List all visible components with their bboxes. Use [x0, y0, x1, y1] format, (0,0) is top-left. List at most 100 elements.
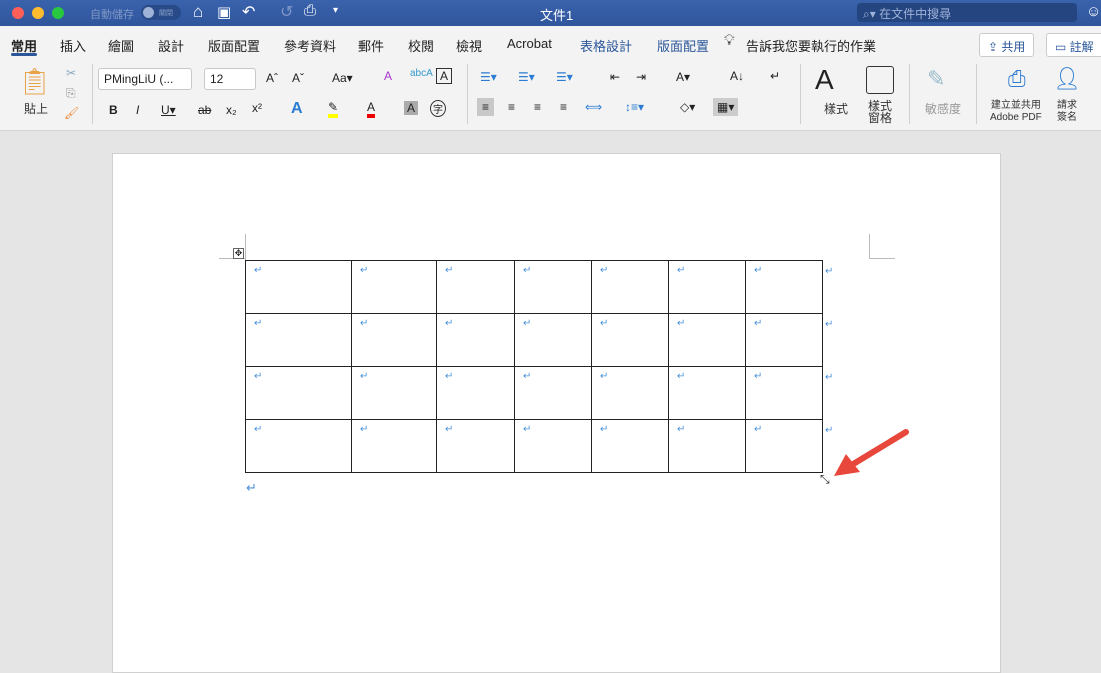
sort-icon[interactable]: A↓	[730, 69, 744, 83]
tell-me-input[interactable]: 告訴我您要執行的作業	[746, 36, 876, 55]
align-right-button[interactable]: ≡	[534, 100, 541, 114]
tab-view[interactable]: 檢視	[456, 36, 482, 55]
table-cell[interactable]: ↵	[668, 313, 746, 367]
cut-icon[interactable]: ✂	[66, 66, 76, 80]
format-painter-icon[interactable]: 🖌︎	[64, 106, 79, 120]
borders-icon[interactable]: ▦▾	[713, 98, 739, 116]
change-case-icon[interactable]: Aa▾	[332, 71, 353, 85]
table-cell[interactable]: ↵	[668, 366, 746, 420]
tab-acrobat[interactable]: Acrobat	[507, 36, 552, 51]
increase-indent-icon[interactable]: ⇥	[636, 70, 646, 84]
table-cell[interactable]: ↵	[668, 419, 746, 473]
table-cell[interactable]: ↵	[591, 366, 669, 420]
table-cell[interactable]: ↵	[245, 313, 352, 367]
feedback-smiley-icon[interactable]: ☺	[1086, 3, 1101, 20]
tab-layout[interactable]: 版面配置	[208, 36, 260, 55]
undo-icon[interactable]: ↶	[242, 2, 255, 22]
table-cell[interactable]: ↵	[668, 260, 746, 314]
request-signature-label[interactable]: 請求 簽名	[1057, 100, 1077, 124]
create-share-pdf-label[interactable]: 建立並共用 Adobe PDF	[990, 100, 1042, 124]
customize-toolbar-icon[interactable]: ▾	[333, 5, 338, 16]
paste-label[interactable]: 貼上	[24, 100, 48, 117]
table-cell[interactable]: ↵	[591, 313, 669, 367]
styles-pane-label[interactable]: 樣式 窗格	[868, 100, 892, 124]
char-shading-icon[interactable]: A	[404, 101, 419, 115]
save-icon[interactable]: ▣	[217, 3, 231, 21]
superscript-button[interactable]: x²	[252, 101, 262, 115]
highlight-icon[interactable]: ✎	[328, 100, 339, 118]
strikethrough-button[interactable]: ab	[198, 103, 211, 117]
decrease-indent-icon[interactable]: ⇤	[610, 70, 620, 84]
table-cell[interactable]: ↵	[514, 366, 592, 420]
search-input[interactable]: ⌕▾ 在文件中搜尋	[857, 3, 1077, 22]
table-cell[interactable]: ↵	[436, 419, 515, 473]
numbering-icon[interactable]: ☰▾	[518, 70, 535, 84]
shading-icon[interactable]: ◇▾	[680, 100, 695, 114]
styles-icon[interactable]: A	[815, 64, 834, 96]
copy-icon[interactable]: ⎘	[66, 86, 76, 101]
table-cell[interactable]: ↵	[514, 313, 592, 367]
tab-mailings[interactable]: 郵件	[358, 36, 384, 55]
document-table[interactable]: ↵ ↵ ↵ ↵ ↵ ↵ ↵ ↵ ↵ ↵ ↵ ↵ ↵ ↵ ↵ ↵ ↵ ↵ ↵ ↵ ↵ ↵ ↵ ↵ ↵ ↵ ↵ ↵	[245, 260, 823, 473]
text-effects-icon[interactable]: A	[291, 100, 303, 118]
table-move-handle[interactable]: ✥	[233, 248, 244, 259]
grow-font-icon[interactable]: Aˆ	[266, 71, 278, 85]
text-direction-icon[interactable]: A▾	[676, 70, 690, 84]
font-size-select[interactable]: 12	[204, 68, 256, 90]
table-cell[interactable]: ↵	[591, 419, 669, 473]
clear-format-icon[interactable]: A	[384, 69, 392, 83]
table-cell[interactable]: ↵	[591, 260, 669, 314]
table-cell[interactable]: ↵	[436, 313, 515, 367]
italic-button[interactable]: I	[136, 103, 139, 117]
paste-icon[interactable]: 📋︎	[18, 66, 51, 97]
show-marks-icon[interactable]: ↵	[770, 69, 780, 83]
request-signature-icon[interactable]: 👤︎	[1053, 66, 1081, 92]
share-button[interactable]: ⇪ 共用	[979, 33, 1035, 57]
bold-button[interactable]: B	[109, 103, 118, 117]
table-cell[interactable]: ↵	[245, 419, 352, 473]
subscript-button[interactable]: x₂	[226, 103, 237, 117]
autosave-toggle[interactable]: 關閉	[141, 5, 181, 20]
table-cell[interactable]: ↵	[436, 366, 515, 420]
print-icon[interactable]: ⎙	[304, 2, 316, 19]
tab-insert[interactable]: 插入	[60, 36, 86, 55]
styles-label[interactable]: 樣式	[824, 100, 848, 117]
align-left-button[interactable]: ≡	[477, 98, 495, 116]
table-cell[interactable]: ↵	[745, 366, 823, 420]
table-cell[interactable]: ↵	[245, 366, 352, 420]
create-pdf-icon[interactable]: ⎙	[1008, 66, 1026, 92]
phonetic-guide-icon[interactable]: abcA	[410, 68, 433, 79]
table-cell[interactable]: ↵	[745, 419, 823, 473]
table-cell[interactable]: ↵	[436, 260, 515, 314]
table-cell[interactable]: ↵	[514, 260, 592, 314]
line-spacing-icon[interactable]: ↕≡▾	[625, 100, 644, 114]
tab-design[interactable]: 設計	[158, 36, 184, 55]
shrink-font-icon[interactable]: Aˇ	[292, 71, 304, 85]
table-cell[interactable]: ↵	[245, 260, 352, 314]
justify-button[interactable]: ≡	[560, 100, 567, 114]
underline-button[interactable]: U▾	[161, 103, 176, 117]
tab-references[interactable]: 參考資料	[284, 36, 336, 55]
tab-draw[interactable]: 繪圖	[108, 36, 134, 55]
table-cell[interactable]: ↵	[351, 260, 437, 314]
minimize-window-button[interactable]	[32, 7, 44, 19]
redo-icon[interactable]: ↺	[280, 2, 293, 22]
table-cell[interactable]: ↵	[351, 366, 437, 420]
enclose-char-icon[interactable]: 字	[430, 100, 446, 117]
align-center-button[interactable]: ≡	[508, 100, 515, 114]
font-name-select[interactable]: PMingLiU (...	[98, 68, 192, 90]
table-cell[interactable]: ↵	[514, 419, 592, 473]
tab-table-design[interactable]: 表格設計	[580, 36, 632, 55]
table-cell[interactable]: ↵	[351, 419, 437, 473]
comments-button[interactable]: ▭ 註解	[1046, 33, 1101, 57]
char-border-icon[interactable]: A	[436, 68, 453, 84]
font-color-icon[interactable]: A	[367, 100, 376, 118]
table-cell[interactable]: ↵	[745, 313, 823, 367]
table-cell[interactable]: ↵	[745, 260, 823, 314]
multilevel-list-icon[interactable]: ☰▾	[556, 70, 573, 84]
home-icon[interactable]: ⌂	[193, 2, 203, 22]
close-window-button[interactable]	[12, 7, 24, 19]
styles-pane-icon[interactable]	[866, 66, 894, 94]
tab-review[interactable]: 校閱	[408, 36, 434, 55]
zoom-window-button[interactable]	[52, 7, 64, 19]
